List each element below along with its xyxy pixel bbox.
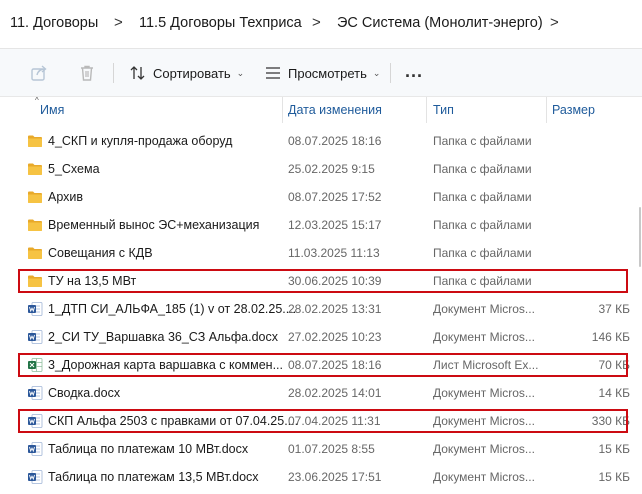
file-size: 37 КБ xyxy=(598,302,630,316)
file-size: 146 КБ xyxy=(591,330,630,344)
file-type: Документ Micros... xyxy=(433,386,535,400)
sort-indicator-icon: ^ xyxy=(35,96,39,105)
breadcrumb-separator: > xyxy=(114,14,123,31)
file-date: 08.07.2025 17:52 xyxy=(288,190,382,204)
file-name: 1_ДТП СИ_АЛЬФА_185 (1) v от 28.02.25.... xyxy=(48,302,297,316)
chevron-down-icon: ⌄ xyxy=(236,67,245,78)
toolbar-divider xyxy=(113,63,114,83)
folder-icon xyxy=(28,191,42,203)
highlight-box xyxy=(18,269,628,293)
file-type: Папка с файлами xyxy=(433,162,532,176)
file-type: Папка с файлами xyxy=(433,134,532,148)
file-list-row[interactable]: 5_Схема 25.02.2025 9:15 Папка с файлами xyxy=(0,155,642,183)
file-date: 11.03.2025 11:13 xyxy=(288,246,380,260)
delete-icon[interactable] xyxy=(77,63,97,83)
file-name: Таблица по платежам 10 МВт.docx xyxy=(48,442,249,456)
column-divider[interactable] xyxy=(282,97,283,123)
word-doc-icon xyxy=(28,470,43,484)
word-doc-icon xyxy=(28,330,43,344)
sort-button[interactable]: Сортировать ⌄ xyxy=(129,61,244,85)
file-type: Документ Micros... xyxy=(433,470,535,484)
file-list-row[interactable]: 4_СКП и купля-продажа оборуд 08.07.2025 1… xyxy=(0,127,642,155)
toolbar: Сортировать ⌄ Просмотреть ⌄ ... xyxy=(0,49,642,97)
file-date: 27.02.2025 10:23 xyxy=(288,330,382,344)
more-options-icon[interactable]: ... xyxy=(405,61,423,82)
file-type: Документ Micros... xyxy=(433,442,535,456)
toolbar-divider xyxy=(390,63,391,83)
view-button[interactable]: Просмотреть ⌄ xyxy=(264,61,380,85)
file-type: Папка с файлами xyxy=(433,218,532,232)
sort-icon xyxy=(130,66,145,80)
column-divider[interactable] xyxy=(546,97,547,123)
scrollbar[interactable] xyxy=(638,97,642,494)
share-icon[interactable] xyxy=(29,63,49,83)
view-list-icon xyxy=(266,67,280,79)
view-button-label: Просмотреть xyxy=(288,65,367,81)
file-list-row[interactable]: Совещания с КДВ 11.03.2025 11:13 Папка с ф… xyxy=(0,239,642,267)
file-date: 12.03.2025 15:17 xyxy=(288,218,382,232)
highlight-box xyxy=(18,409,628,433)
folder-icon xyxy=(28,135,42,147)
file-date: 28.02.2025 13:31 xyxy=(288,302,382,316)
file-list-row[interactable]: Архив 08.07.2025 17:52 Папка с файлами xyxy=(0,183,642,211)
breadcrumb-item-techprisa[interactable]: 11.5 Договоры Техприса xyxy=(139,15,302,31)
file-date: 08.07.2025 18:16 xyxy=(288,134,382,148)
file-list-row[interactable]: Таблица по платежам 10 МВт.docx 01.07.202… xyxy=(0,435,642,463)
column-date-header[interactable]: Дата изменения xyxy=(288,103,382,117)
file-list-row[interactable]: 1_ДТП СИ_АЛЬФА_185 (1) v от 28.02.25....… xyxy=(0,295,642,323)
file-name: 4_СКП и купля-продажа оборуд xyxy=(48,134,233,148)
file-name: Временный вынос ЭС+механизация xyxy=(48,218,260,232)
breadcrumb-expand-chevron[interactable]: > xyxy=(550,14,559,31)
file-name: 2_СИ ТУ_Варшавка 36_СЗ Альфа.docx xyxy=(48,330,278,344)
column-type-header[interactable]: Тип xyxy=(433,103,454,117)
file-type: Документ Micros... xyxy=(433,330,535,344)
file-type: Документ Micros... xyxy=(433,302,535,316)
scrollbar-thumb[interactable] xyxy=(639,207,641,267)
file-list-row[interactable]: Временный вынос ЭС+механизация 12.03.2025… xyxy=(0,211,642,239)
folder-icon xyxy=(28,247,42,259)
file-list-row[interactable]: 2_СИ ТУ_Варшавка 36_СЗ Альфа.docx 27.02.2… xyxy=(0,323,642,351)
file-name: 5_Схема xyxy=(48,162,100,176)
file-date: 01.07.2025 8:55 xyxy=(288,442,375,456)
column-name-header[interactable]: Имя xyxy=(40,103,64,117)
sort-button-label: Сортировать xyxy=(153,65,231,81)
column-header: ^ Имя Дата изменения Тип Размер xyxy=(0,96,642,123)
file-name: Совещания с КДВ xyxy=(48,246,153,260)
file-date: 28.02.2025 14:01 xyxy=(288,386,382,400)
file-name: Сводка.docx xyxy=(48,386,121,400)
word-doc-icon xyxy=(28,302,43,316)
file-name: Архив xyxy=(48,190,84,204)
file-type: Папка с файлами xyxy=(433,246,532,260)
folder-icon xyxy=(28,163,42,175)
file-date: 23.06.2025 17:51 xyxy=(288,470,382,484)
file-date: 25.02.2025 9:15 xyxy=(288,162,375,176)
breadcrumb: 11. Договоры > 11.5 Договоры Техприса > … xyxy=(0,0,642,49)
highlight-box xyxy=(18,353,628,377)
chevron-down-icon: ⌄ xyxy=(372,67,381,78)
file-list-row[interactable]: Таблица по платежам 13,5 МВт.docx 23.06.2… xyxy=(0,463,642,491)
file-size: 15 КБ xyxy=(598,470,630,484)
word-doc-icon xyxy=(28,386,43,400)
column-size-header[interactable]: Размер xyxy=(552,103,595,117)
file-list-row[interactable]: Сводка.docx 28.02.2025 14:01 Документ Micr… xyxy=(0,379,642,407)
file-size: 14 КБ xyxy=(598,386,630,400)
word-doc-icon xyxy=(28,442,43,456)
breadcrumb-item-dogovory[interactable]: 11. Договоры xyxy=(10,15,98,31)
folder-icon xyxy=(28,219,42,231)
breadcrumb-item-es-sistema[interactable]: ЭС Система (Монолит-энерго) xyxy=(337,15,543,31)
column-divider[interactable] xyxy=(426,97,427,123)
file-name: Таблица по платежам 13,5 МВт.docx xyxy=(48,470,259,484)
file-type: Папка с файлами xyxy=(433,190,532,204)
breadcrumb-separator: > xyxy=(312,14,321,31)
file-size: 15 КБ xyxy=(598,442,630,456)
